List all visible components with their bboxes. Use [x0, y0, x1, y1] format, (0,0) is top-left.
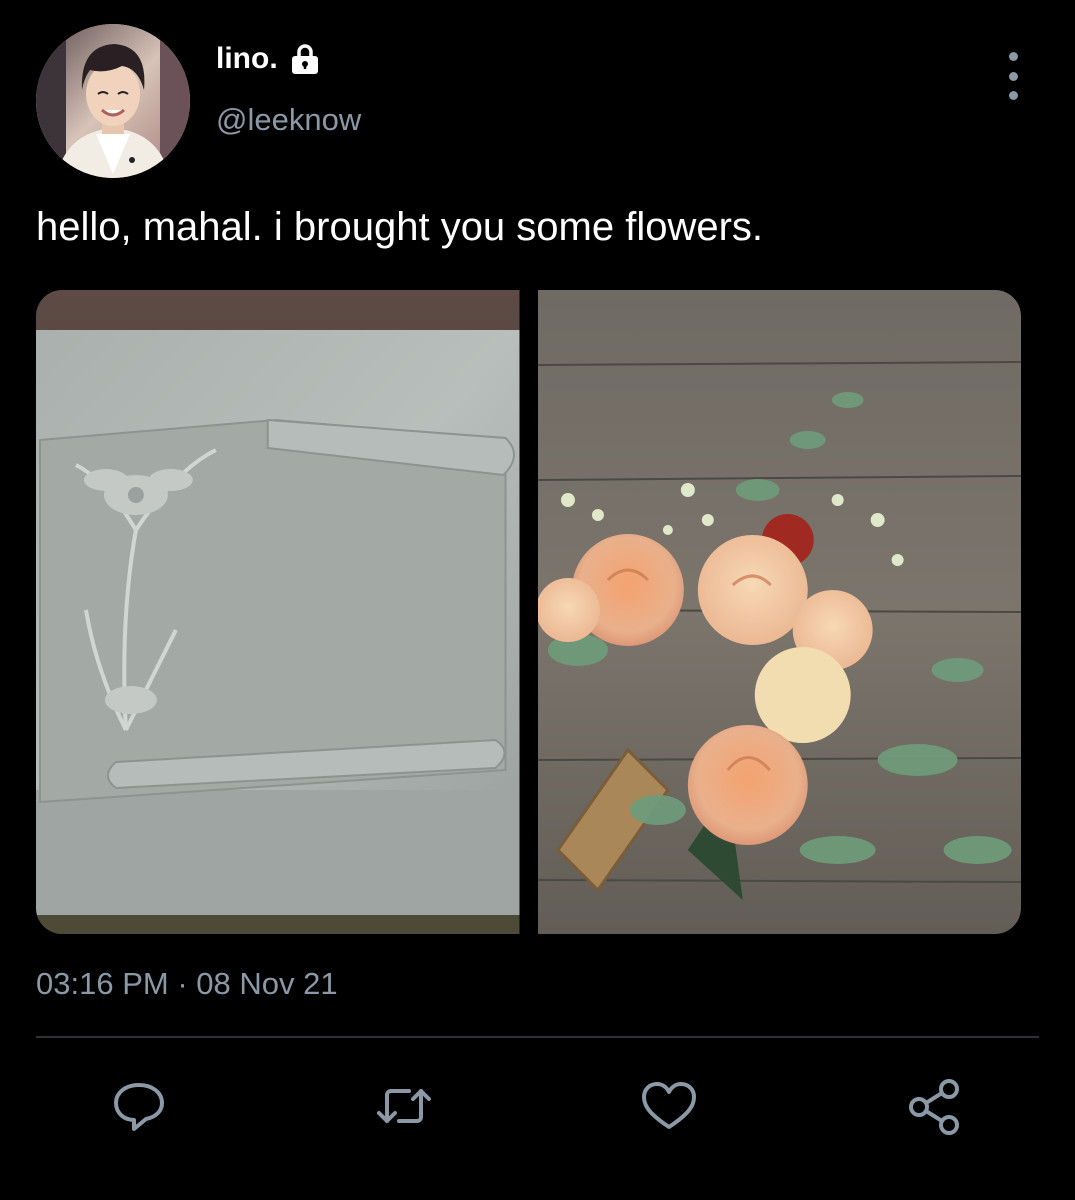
retweet-icon: [377, 1089, 431, 1123]
more-dot: [1008, 52, 1018, 61]
more-dot: [1008, 71, 1018, 81]
tweet-text: hello, mahal. i brought you some flowers…: [36, 205, 764, 249]
avatar-image: [36, 24, 190, 178]
flower-bouquet-photo[interactable]: [537, 290, 1021, 934]
lock-icon: [288, 42, 322, 76]
avatar[interactable]: [36, 24, 190, 178]
gravestone-photo[interactable]: [36, 290, 520, 934]
handle[interactable]: @leeknow: [216, 102, 361, 138]
timestamp-separator: ·: [177, 966, 188, 1001]
gravestone-image: [36, 290, 520, 934]
bouquet-image: [537, 290, 1021, 934]
reply-icon: [114, 1083, 164, 1131]
more-vertical-icon[interactable]: [996, 52, 1030, 100]
share-button[interactable]: [898, 1070, 970, 1142]
heart-icon: [642, 1082, 696, 1129]
share-icon: [909, 1079, 959, 1135]
timestamp[interactable]: 03:16 PM · 08 Nov 21: [36, 966, 338, 1002]
tweet: lino. @leeknow hello, mahal. i brought y…: [0, 0, 1075, 1200]
action-bar: [0, 1070, 1075, 1150]
display-name-text: lino.: [216, 42, 278, 75]
media-grid: [36, 290, 1021, 934]
tweet-time: 03:16 PM: [36, 966, 169, 1001]
more-dot: [1008, 91, 1018, 100]
display-name[interactable]: lino.: [216, 42, 322, 76]
retweet-button[interactable]: [368, 1070, 440, 1142]
tweet-date: 08 Nov 21: [196, 966, 338, 1001]
divider: [36, 1036, 1039, 1038]
like-button[interactable]: [633, 1070, 705, 1142]
reply-button[interactable]: [103, 1070, 175, 1142]
